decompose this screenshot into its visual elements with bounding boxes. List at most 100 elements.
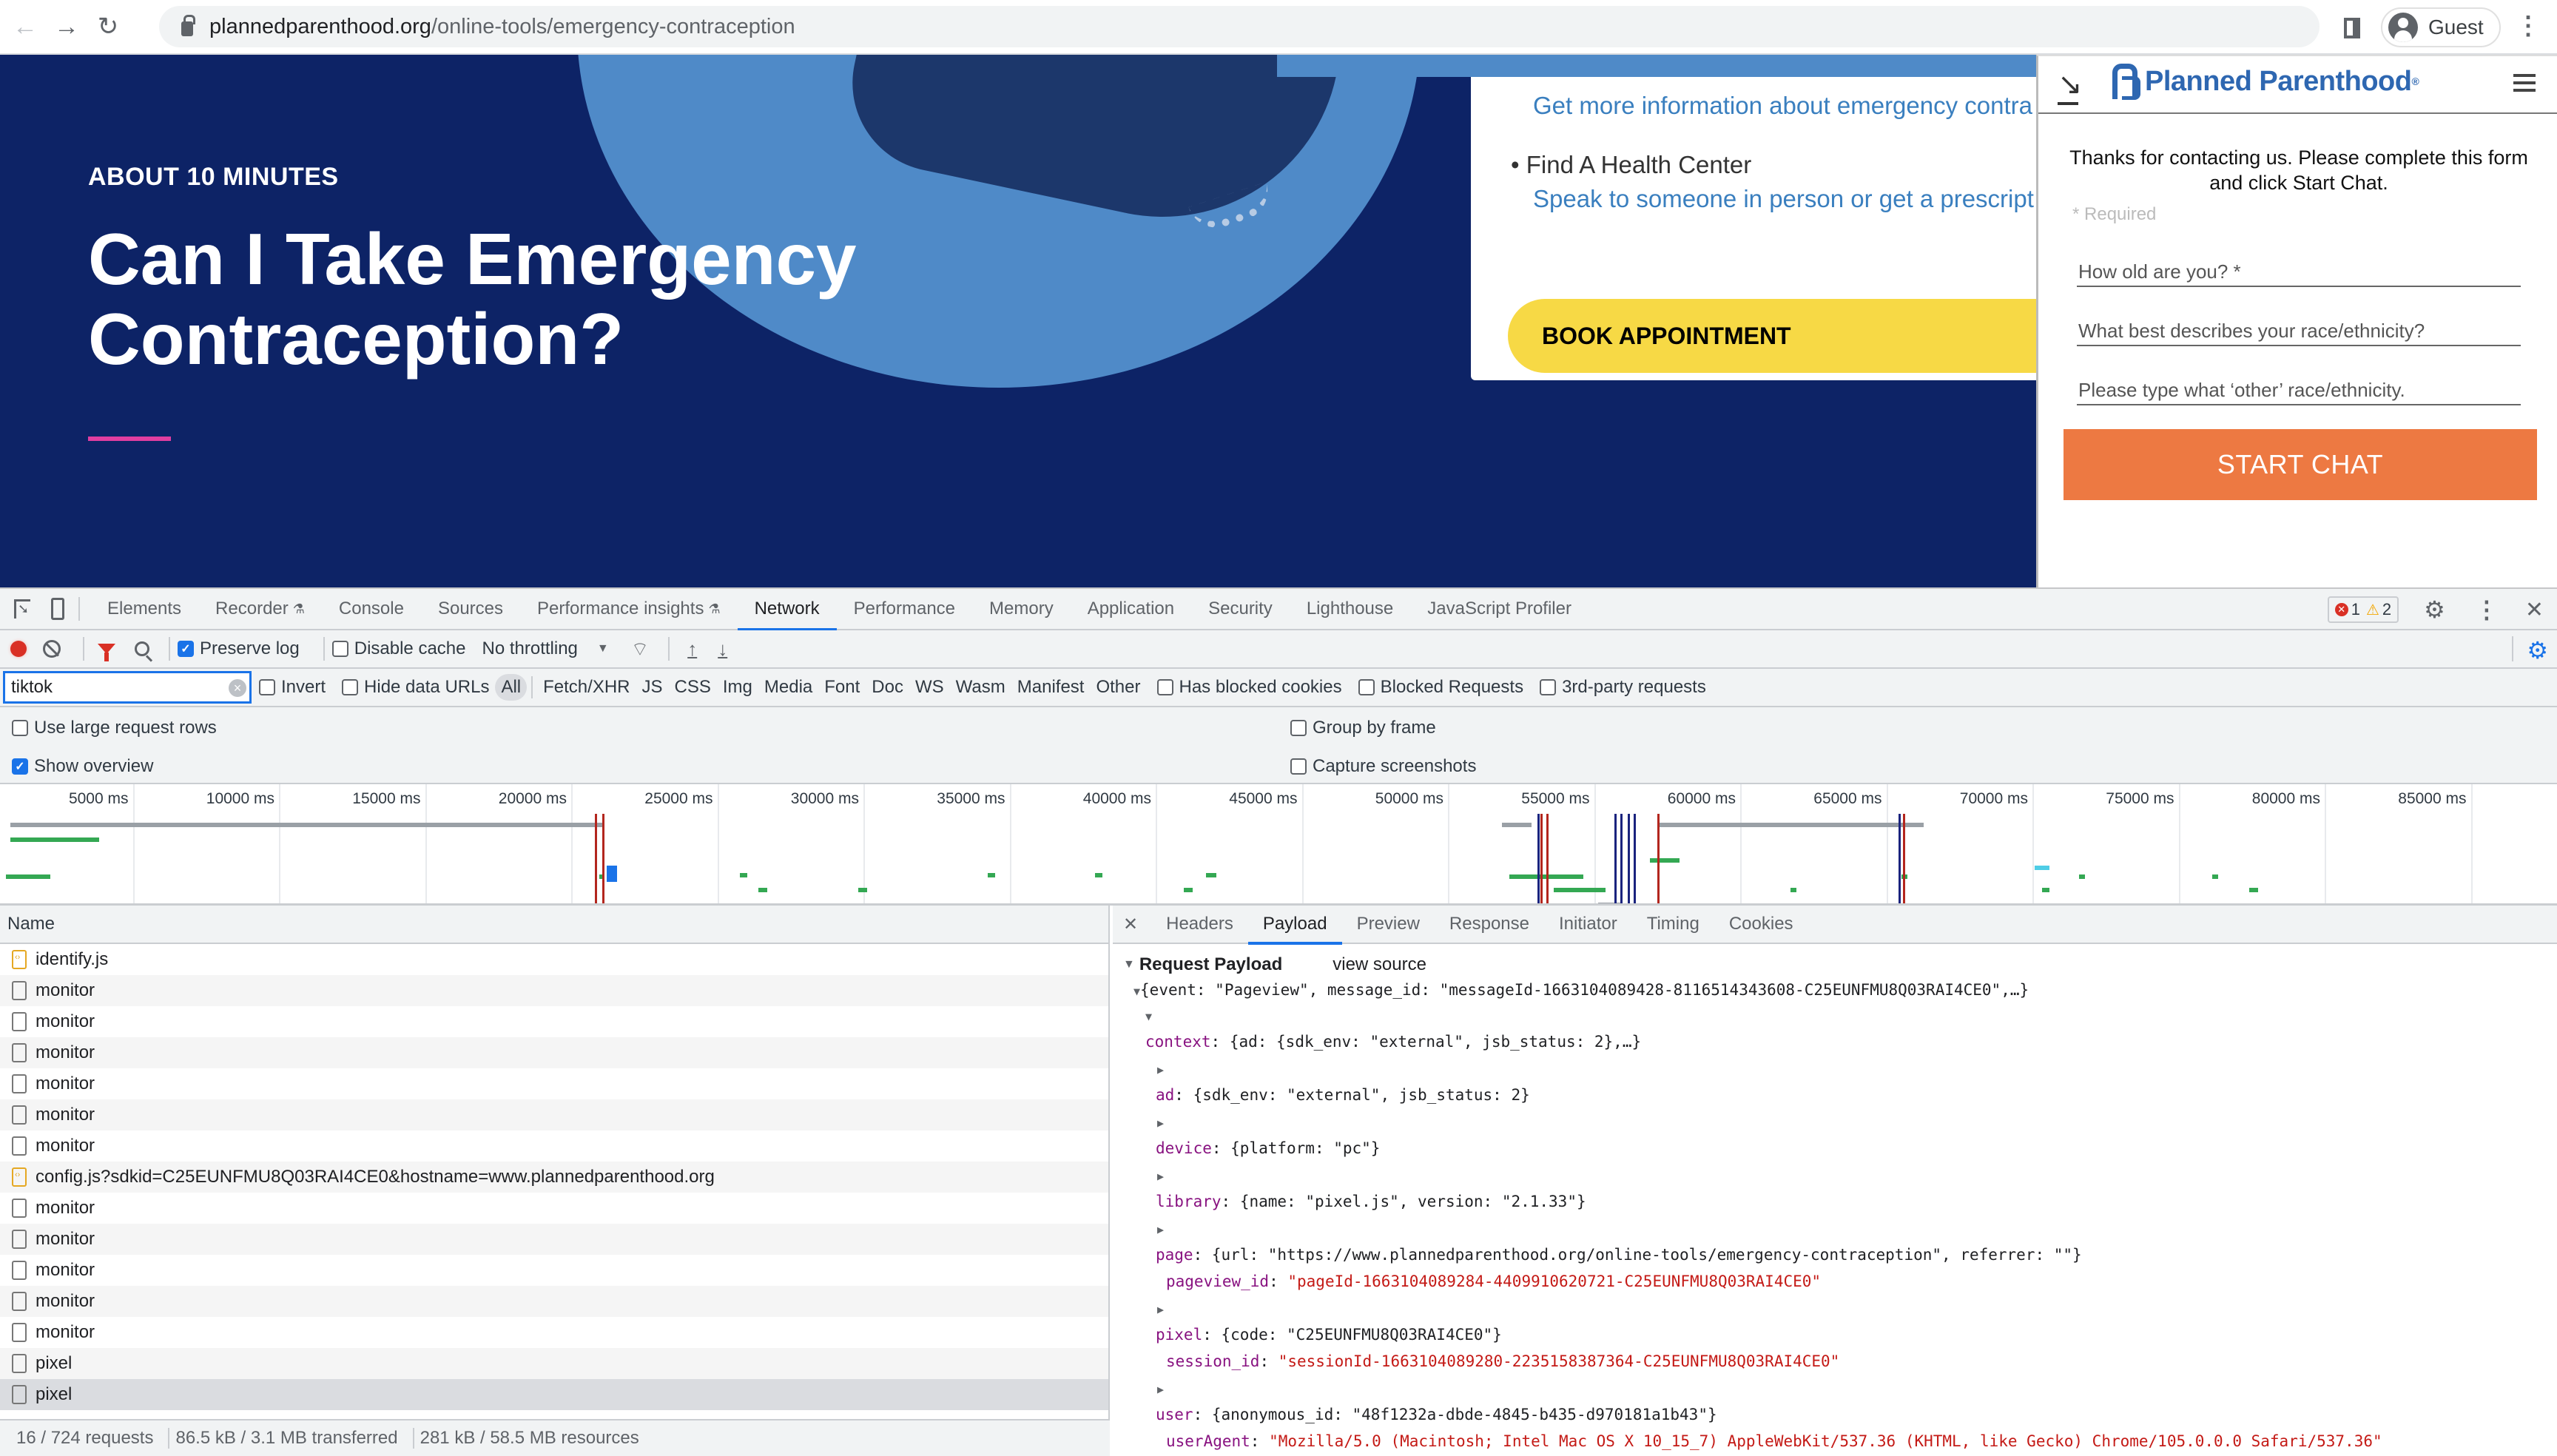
- details-tab-payload[interactable]: Payload: [1247, 906, 1342, 945]
- request-payload-section[interactable]: ▼ Request Payload view source: [1123, 954, 2557, 975]
- type-filter-media[interactable]: Media: [758, 674, 818, 701]
- type-filter-ws[interactable]: WS: [909, 674, 950, 701]
- tab-performance-insights[interactable]: Performance insights ⚗: [520, 588, 738, 630]
- payload-summary-row[interactable]: ▼{event: "Pageview", message_id: "messag…: [1133, 981, 2029, 999]
- back-button[interactable]: ←: [9, 10, 41, 43]
- book-appointment-button[interactable]: BOOK APPOINTMENT: [1508, 299, 2070, 373]
- filter-icon[interactable]: [98, 644, 115, 661]
- race-ethnicity-field[interactable]: [2077, 317, 2521, 346]
- payload-row-pixel[interactable]: pixel: {code: "C25EUNFMU8Q03RAI4CE0"}: [1156, 1326, 1502, 1344]
- invert-checkbox[interactable]: Invert: [259, 677, 326, 698]
- payload-row-ad[interactable]: ad: {sdk_env: "external", jsb_status: 2}: [1156, 1086, 1530, 1104]
- blocked-requests-checkbox[interactable]: Blocked Requests: [1358, 677, 1523, 698]
- details-tab-preview[interactable]: Preview: [1342, 906, 1435, 943]
- payload-row-page[interactable]: page: {url: "https://www.plannedparentho…: [1156, 1246, 2082, 1264]
- request-row[interactable]: monitor: [0, 1317, 1108, 1348]
- has-blocked-cookies-checkbox[interactable]: Has blocked cookies: [1156, 677, 1342, 698]
- request-row[interactable]: monitor: [0, 1099, 1108, 1130]
- large-rows-checkbox[interactable]: Use large request rows: [12, 718, 217, 738]
- tab-elements[interactable]: Elements: [90, 588, 198, 630]
- details-tab-timing[interactable]: Timing: [1632, 906, 1714, 943]
- tab-javascript-profiler[interactable]: JavaScript Profiler: [1410, 588, 1589, 630]
- tab-sources[interactable]: Sources: [421, 588, 520, 630]
- request-row[interactable]: monitor: [0, 1068, 1108, 1099]
- payload-expander[interactable]: ▶: [1157, 1299, 1164, 1317]
- reload-button[interactable]: ↻: [92, 10, 124, 43]
- inspect-element-icon[interactable]: [9, 596, 36, 622]
- device-toolbar-icon[interactable]: [44, 596, 71, 622]
- import-har-icon[interactable]: ↑: [687, 638, 697, 661]
- throttling-select[interactable]: No throttling ▼: [482, 638, 608, 659]
- tab-memory[interactable]: Memory: [972, 588, 1071, 630]
- collapsed-triangle-icon[interactable]: ▶: [1157, 1303, 1164, 1316]
- type-filter-fetch-xhr[interactable]: Fetch/XHR: [537, 674, 636, 701]
- network-settings-gear-icon[interactable]: ⚙: [2512, 636, 2548, 664]
- speak-to-someone-link[interactable]: Speak to someone in person or get a pres…: [1533, 185, 2034, 213]
- profile-button[interactable]: Guest: [2381, 7, 2501, 47]
- address-bar[interactable]: plannedparenthood.org/online-tools/emerg…: [159, 6, 2320, 47]
- forward-button[interactable]: →: [50, 10, 83, 43]
- payload-expander[interactable]: ▶: [1157, 1059, 1164, 1077]
- details-tab-initiator[interactable]: Initiator: [1544, 906, 1632, 943]
- disable-cache-checkbox[interactable]: Disable cache: [331, 638, 465, 659]
- payload-row-device[interactable]: device: {platform: "pc"}: [1156, 1139, 1380, 1157]
- collapsed-triangle-icon[interactable]: ▶: [1157, 1116, 1164, 1130]
- payload-row-pageview-id[interactable]: pageview_id: "pageId-1663104089284-44099…: [1166, 1273, 1821, 1290]
- payload-row-context[interactable]: context: {ad: {sdk_env: "external", jsb_…: [1145, 1033, 1641, 1051]
- tab-lighthouse[interactable]: Lighthouse: [1290, 588, 1410, 630]
- type-filter-css[interactable]: CSS: [669, 674, 717, 701]
- show-overview-checkbox[interactable]: ✓ Show overview: [12, 756, 153, 777]
- tab-recorder[interactable]: Recorder ⚗: [198, 588, 322, 630]
- expand-triangle-icon[interactable]: ▼: [1145, 1010, 1152, 1023]
- filter-text-field[interactable]: [11, 677, 218, 698]
- type-filter-other[interactable]: Other: [1090, 674, 1146, 701]
- tab-performance[interactable]: Performance: [837, 588, 972, 630]
- collapsed-triangle-icon[interactable]: ▶: [1157, 1383, 1164, 1396]
- payload-row-user[interactable]: user: {anonymous_id: "48f1232a-dbde-4845…: [1156, 1406, 1717, 1423]
- collapsed-triangle-icon[interactable]: ▶: [1157, 1223, 1164, 1236]
- clear-icon[interactable]: [43, 640, 61, 658]
- tab-console[interactable]: Console: [322, 588, 421, 630]
- payload-expander[interactable]: ▼: [1145, 1006, 1152, 1024]
- details-tab-response[interactable]: Response: [1435, 906, 1544, 943]
- network-overview-timeline[interactable]: 5000 ms 10000 ms 15000 ms 20000 ms 25000 ms 3…: [0, 784, 2557, 906]
- preserve-log-checkbox[interactable]: ✓ Preserve log: [178, 638, 300, 659]
- tab-security[interactable]: Security: [1191, 588, 1290, 630]
- clear-filter-icon[interactable]: ×: [229, 679, 246, 697]
- type-filter-all[interactable]: All: [495, 674, 528, 701]
- payload-expander[interactable]: ▶: [1157, 1219, 1164, 1237]
- tab-application[interactable]: Application: [1071, 588, 1191, 630]
- more-info-link[interactable]: Get more information about emergency con…: [1533, 92, 2032, 120]
- age-field[interactable]: [2077, 257, 2521, 287]
- collapsed-triangle-icon[interactable]: ▶: [1157, 1063, 1164, 1076]
- request-row[interactable]: monitor: [0, 975, 1108, 1006]
- request-row[interactable]: pixel: [0, 1348, 1108, 1379]
- group-by-frame-checkbox[interactable]: Group by frame: [1290, 718, 1436, 738]
- search-icon[interactable]: [135, 641, 149, 656]
- devtools-menu-icon[interactable]: ⋮: [2475, 596, 2499, 624]
- collapsed-triangle-icon[interactable]: ▶: [1157, 1170, 1164, 1183]
- filter-input[interactable]: ×: [3, 671, 252, 704]
- minimize-chat-icon[interactable]: ↘: [2058, 70, 2083, 105]
- type-filter-doc[interactable]: Doc: [866, 674, 909, 701]
- request-row[interactable]: pixel: [0, 1379, 1108, 1410]
- request-row[interactable]: monitor: [0, 1130, 1108, 1162]
- request-row[interactable]: monitor: [0, 1006, 1108, 1037]
- request-row[interactable]: monitor: [0, 1037, 1108, 1068]
- issues-badge[interactable]: ✕ 1 ⚠ 2: [2327, 596, 2399, 623]
- request-row[interactable]: monitor: [0, 1224, 1108, 1255]
- payload-expander[interactable]: ▶: [1157, 1166, 1164, 1184]
- request-row[interactable]: monitor: [0, 1286, 1108, 1317]
- start-chat-button[interactable]: START CHAT: [2064, 429, 2537, 500]
- view-source-link[interactable]: view source: [1333, 954, 1426, 975]
- request-row[interactable]: monitor: [0, 1255, 1108, 1286]
- hide-data-urls-checkbox[interactable]: Hide data URLs: [342, 677, 489, 698]
- side-panel-icon[interactable]: [2344, 18, 2360, 38]
- export-har-icon[interactable]: ↓: [718, 638, 727, 661]
- type-filter-wasm[interactable]: Wasm: [950, 674, 1011, 701]
- payload-row-session-id[interactable]: session_id: "sessionId-1663104089280-223…: [1166, 1352, 1839, 1370]
- column-header-name[interactable]: Name: [0, 906, 1108, 944]
- settings-gear-icon[interactable]: ⚙: [2424, 596, 2445, 624]
- type-filter-img[interactable]: Img: [717, 674, 758, 701]
- request-row[interactable]: config.js?sdkid=C25EUNFMU8Q03RAI4CE0&hos…: [0, 1162, 1108, 1193]
